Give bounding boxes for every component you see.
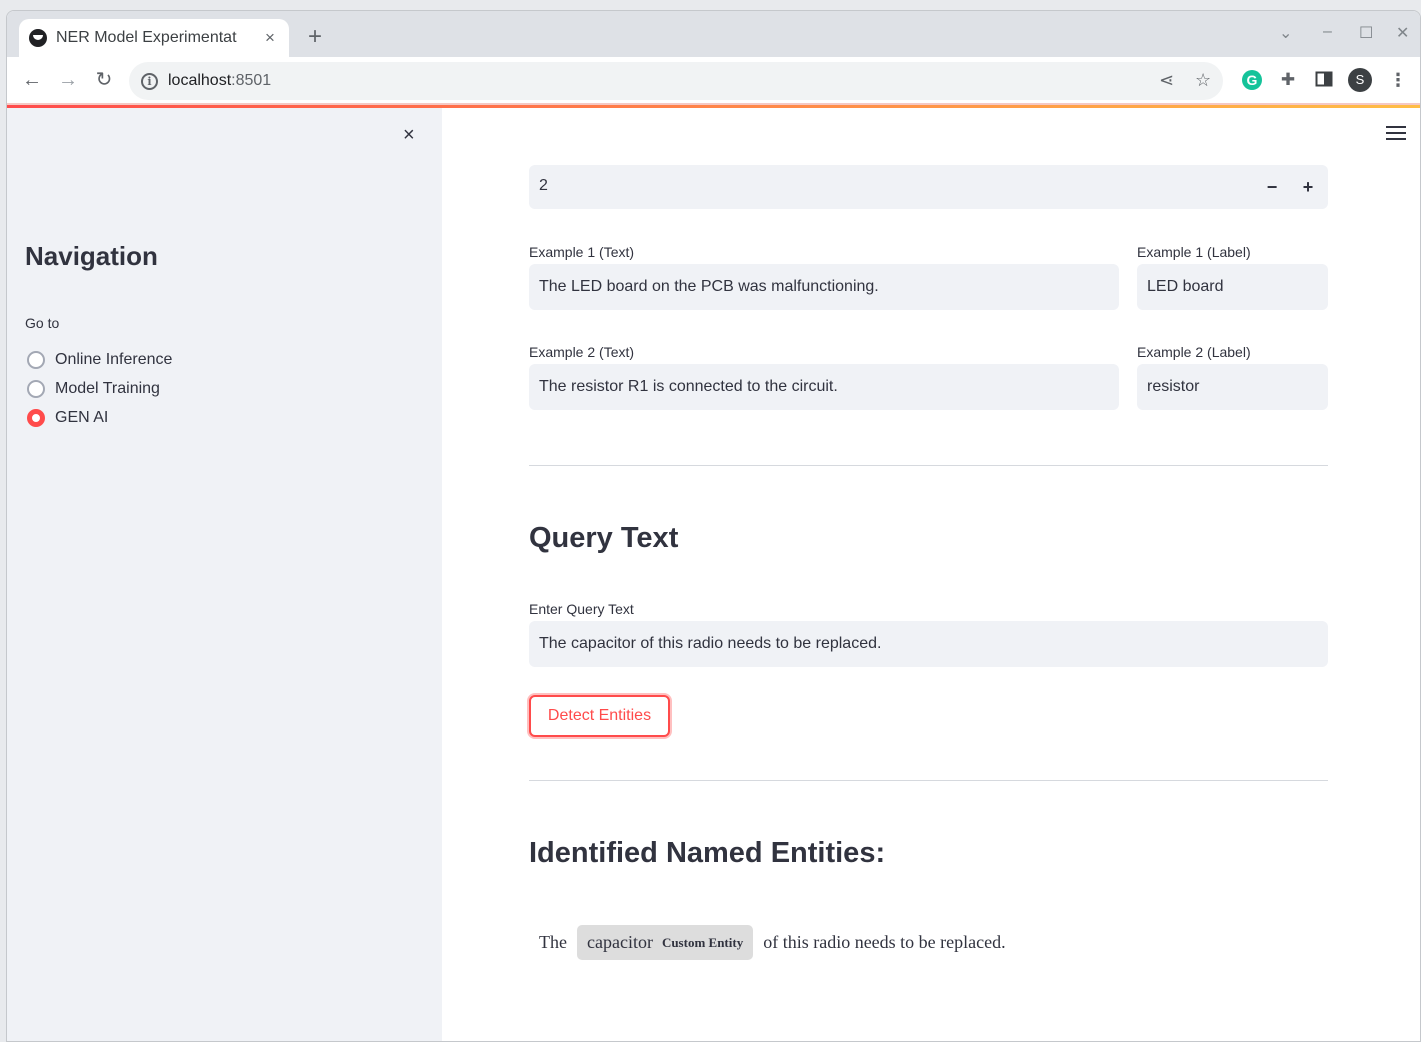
example-1-entity-input[interactable]: LED board [1137,264,1328,310]
stepper-value[interactable]: 2 [539,177,548,195]
puzzle-icon[interactable]: ✚ [1278,70,1298,90]
query-section-title: Query Text [529,522,679,554]
window-close-icon[interactable]: ✕ [1396,23,1409,43]
entity-text: capacitor [586,932,653,952]
example-1-text-input[interactable]: The LED board on the PCB was malfunction… [529,264,1119,310]
tab-strip: NER Model Experimentat × + ⌄ – ☐ ✕ [7,11,1420,57]
new-tab-button[interactable]: + [303,23,327,51]
increment-button[interactable]: + [1294,173,1322,201]
tab-close-icon[interactable]: × [261,28,279,48]
radio-label: Online Inference [55,351,173,368]
browser-toolbar: ← → ↻ i localhost :8501 ⋖ ☆ G ✚ S ⋮ [7,57,1420,105]
maximize-icon[interactable]: ☐ [1359,23,1373,43]
num-examples-stepper[interactable]: 2 − + [529,165,1328,209]
radio-unchecked-icon[interactable] [27,380,45,398]
entity-visualization: The capacitor Custom Entity of this radi… [539,925,1006,960]
browser-window: NER Model Experimentat × + ⌄ – ☐ ✕ ← → ↻… [6,10,1421,1042]
sidebar-close-icon[interactable]: × [403,124,415,147]
radio-model-training[interactable]: Model Training [27,380,160,398]
query-text-input[interactable]: The capacitor of this radio needs to be … [529,621,1328,667]
star-icon[interactable]: ☆ [1195,70,1211,91]
radio-unchecked-icon[interactable] [27,351,45,369]
address-bar[interactable]: i localhost :8501 ⋖ ☆ [129,62,1223,100]
sidebar-title: Navigation [25,241,158,271]
info-icon[interactable]: i [141,72,158,90]
radio-online-inference[interactable]: Online Inference [27,351,172,369]
forward-icon[interactable]: → [55,67,81,93]
example-2-text-input[interactable]: The resistor R1 is connected to the circ… [529,364,1119,410]
example-1-entity-label: Example 1 (Label) [1137,244,1251,260]
result-text-after: of this radio needs to be replaced. [763,932,1006,952]
kebab-menu-icon[interactable]: ⋮ [1388,70,1408,90]
result-text-before: The [539,932,567,952]
radio-label: Model Training [55,380,160,397]
entity-type-label: Custom Entity [661,934,744,950]
streamlit-app: × Navigation Go to Online Inference Mode… [7,108,1420,1041]
example-2-entity-input[interactable]: resistor [1137,364,1328,410]
tab-search-icon[interactable]: ⌄ [1279,23,1292,43]
decrement-button[interactable]: − [1258,173,1286,201]
query-input-label: Enter Query Text [529,601,634,617]
example-2-entity-label: Example 2 (Label) [1137,344,1251,360]
profile-avatar[interactable]: S [1348,68,1372,92]
browser-tab[interactable]: NER Model Experimentat × [19,19,289,57]
radio-checked-icon[interactable] [27,409,45,427]
streamlit-favicon-icon [29,29,47,47]
divider [529,465,1328,466]
grammarly-icon[interactable]: G [1242,70,1262,90]
reload-icon[interactable]: ↻ [91,67,117,93]
radio-label: GEN AI [55,409,109,426]
results-section-title: Identified Named Entities: [529,837,886,869]
goto-label: Go to [25,315,60,331]
divider [529,780,1328,781]
minimize-icon[interactable]: – [1323,23,1332,41]
radio-gen-ai[interactable]: GEN AI [27,409,108,427]
back-icon[interactable]: ← [19,67,45,93]
url-port: :8501 [231,72,272,89]
tab-title: NER Model Experimentat [56,29,237,46]
entity-highlight: capacitor Custom Entity [576,925,754,960]
share-icon[interactable]: ⋖ [1159,70,1174,91]
url-host: localhost [168,72,232,89]
example-2-text-label: Example 2 (Text) [529,344,635,360]
sidebar: × Navigation Go to Online Inference Mode… [7,108,442,1041]
example-1-text-label: Example 1 (Text) [529,244,635,260]
hamburger-menu-icon[interactable] [1386,126,1406,144]
detect-entities-button[interactable]: Detect Entities [529,695,670,737]
side-panel-icon[interactable] [1314,70,1334,90]
